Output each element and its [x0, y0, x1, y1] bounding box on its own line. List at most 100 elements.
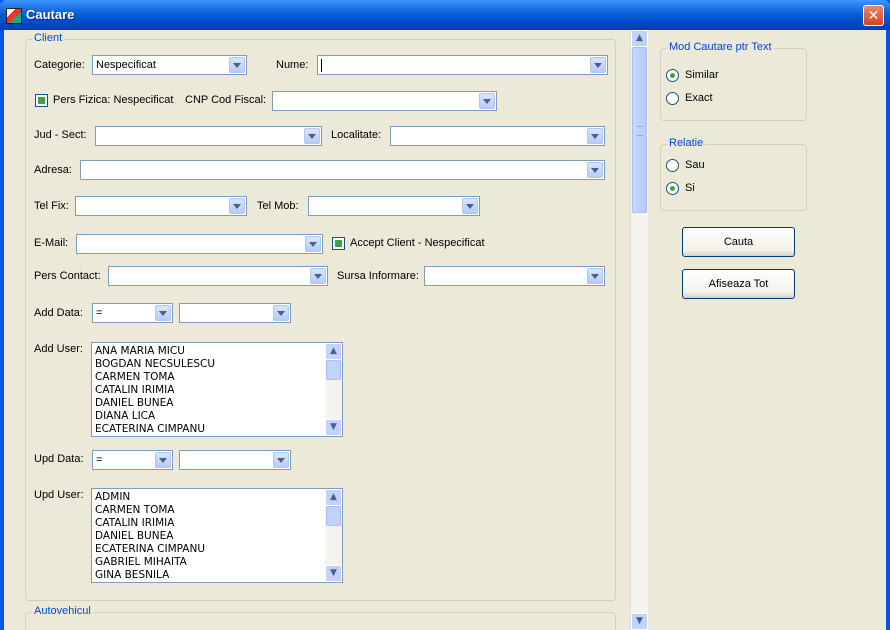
- cauta-button[interactable]: Cauta: [682, 227, 795, 257]
- chevron-down-icon[interactable]: [229, 198, 245, 214]
- add-user-scrollbar[interactable]: ▲ ▼: [325, 343, 342, 436]
- scroll-down-icon[interactable]: ▼: [325, 419, 342, 436]
- jud-sect-label: Jud - Sect:: [34, 129, 87, 141]
- add-data-date-combo[interactable]: [179, 303, 291, 323]
- list-item[interactable]: ADMIN: [95, 491, 205, 504]
- sau-radio[interactable]: [666, 159, 679, 172]
- upd-user-listbox[interactable]: ADMIN CARMEN TOMA CATALIN IRIMIA DANIEL BUN…: [91, 488, 343, 583]
- scroll-up-icon[interactable]: ▲: [631, 30, 648, 47]
- chevron-down-icon[interactable]: [587, 162, 603, 178]
- scroll-up-icon[interactable]: ▲: [325, 343, 342, 360]
- add-user-items: ANA MARIA MICU BOGDAN NECSULESCU CARMEN TO…: [95, 345, 215, 436]
- search-window: Cautare ✕ Client Categorie: Nespecificat…: [0, 0, 890, 630]
- accept-client-label[interactable]: Accept Client - Nespecificat: [350, 237, 485, 249]
- tel-fix-label: Tel Fix:: [34, 200, 69, 212]
- localitate-combo[interactable]: [390, 126, 605, 146]
- autovehicul-groupbox: Autovehicul: [25, 605, 616, 630]
- upd-data-label: Upd Data:: [34, 453, 84, 465]
- scroll-thumb[interactable]: [326, 506, 341, 526]
- categorie-value: Nespecificat: [96, 59, 156, 71]
- chevron-down-icon[interactable]: [305, 236, 321, 252]
- tel-fix-combo[interactable]: [75, 196, 247, 216]
- upd-user-scrollbar[interactable]: ▲ ▼: [325, 489, 342, 582]
- upd-data-operator-combo[interactable]: =: [92, 450, 173, 470]
- scroll-up-icon[interactable]: ▲: [325, 489, 342, 506]
- cnp-label: CNP Cod Fiscal:: [185, 94, 267, 106]
- jud-sect-combo[interactable]: [95, 126, 322, 146]
- chevron-down-icon[interactable]: [304, 128, 320, 144]
- list-item[interactable]: BOGDAN NECSULESCU: [95, 358, 215, 371]
- accept-client-checkbox[interactable]: [332, 237, 345, 250]
- relatie-title: Relatie: [667, 137, 706, 149]
- cnp-combo[interactable]: [272, 91, 497, 111]
- list-item[interactable]: GINA BESNILA: [95, 569, 205, 582]
- upd-user-items: ADMIN CARMEN TOMA CATALIN IRIMIA DANIEL BUN…: [95, 491, 205, 582]
- chevron-down-icon[interactable]: [587, 128, 603, 144]
- add-user-listbox[interactable]: ANA MARIA MICU BOGDAN NECSULESCU CARMEN TO…: [91, 342, 343, 437]
- chevron-down-icon[interactable]: [479, 93, 495, 109]
- chevron-down-icon[interactable]: [587, 268, 603, 284]
- si-radio[interactable]: [666, 182, 679, 195]
- window-title: Cautare: [26, 7, 75, 22]
- list-item[interactable]: DIANA LICA: [95, 410, 215, 423]
- afiseaza-tot-button[interactable]: Afiseaza Tot: [682, 269, 795, 299]
- window-client-area: Client Categorie: Nespecificat Nume: Per…: [4, 30, 886, 630]
- adresa-label: Adresa:: [34, 164, 72, 176]
- similar-radio[interactable]: [666, 69, 679, 82]
- list-item[interactable]: CARMEN TOMA: [95, 504, 205, 517]
- list-item[interactable]: DANIEL BUNEA: [95, 530, 205, 543]
- close-button[interactable]: ✕: [863, 5, 884, 26]
- chevron-down-icon[interactable]: [155, 452, 171, 468]
- list-item[interactable]: CATALIN IRIMIA: [95, 517, 205, 530]
- si-label[interactable]: Si: [685, 182, 695, 194]
- scroll-thumb[interactable]: [326, 360, 341, 380]
- exact-label[interactable]: Exact: [685, 92, 713, 104]
- pers-fizica-label[interactable]: Pers Fizica: Nespecificat: [53, 94, 173, 106]
- list-item[interactable]: GABRIEL MIHAITA: [95, 556, 205, 569]
- add-user-label: Add User:: [34, 343, 83, 355]
- adresa-combo[interactable]: [80, 160, 605, 180]
- list-item[interactable]: ECATERINA CIMPANU: [95, 423, 215, 436]
- panel-scrollbar[interactable]: ▲ ▼: [630, 30, 648, 630]
- add-data-operator-value: =: [96, 307, 103, 319]
- list-item[interactable]: ANA MARIA MICU: [95, 345, 215, 358]
- categorie-combo[interactable]: Nespecificat: [92, 55, 247, 75]
- sau-label[interactable]: Sau: [685, 159, 705, 171]
- list-item[interactable]: ECATERINA CIMPANU: [95, 543, 205, 556]
- similar-label[interactable]: Similar: [685, 69, 719, 81]
- list-item[interactable]: CARMEN TOMA: [95, 371, 215, 384]
- upd-data-date-combo[interactable]: [179, 450, 291, 470]
- nume-combo[interactable]: [317, 55, 608, 75]
- chevron-down-icon[interactable]: [310, 268, 326, 284]
- pers-fizica-checkbox[interactable]: [35, 94, 48, 107]
- upd-data-operator-value: =: [96, 454, 103, 466]
- scroll-thumb[interactable]: [632, 47, 647, 213]
- categorie-label: Categorie:: [34, 59, 85, 71]
- sursa-informare-label: Sursa Informare:: [337, 270, 419, 282]
- list-item[interactable]: DANIEL BUNEA: [95, 397, 215, 410]
- email-combo[interactable]: [76, 234, 323, 254]
- pers-contact-combo[interactable]: [108, 266, 328, 286]
- chevron-down-icon[interactable]: [462, 198, 478, 214]
- relatie-groupbox: Relatie: [660, 137, 807, 211]
- add-data-label: Add Data:: [34, 307, 83, 319]
- exact-radio[interactable]: [666, 92, 679, 105]
- tel-mob-combo[interactable]: [308, 196, 480, 216]
- app-icon: [6, 8, 22, 24]
- pers-contact-label: Pers Contact:: [34, 270, 101, 282]
- scrollable-panel: Client Categorie: Nespecificat Nume: Per…: [4, 30, 646, 630]
- chevron-down-icon[interactable]: [155, 305, 171, 321]
- scroll-down-icon[interactable]: ▼: [325, 565, 342, 582]
- localitate-label: Localitate:: [331, 129, 382, 141]
- chevron-down-icon[interactable]: [273, 305, 289, 321]
- sursa-informare-combo[interactable]: [424, 266, 605, 286]
- add-data-operator-combo[interactable]: =: [92, 303, 173, 323]
- list-item[interactable]: CATALIN IRIMIA: [95, 384, 215, 397]
- client-group-title: Client: [32, 32, 65, 44]
- chevron-down-icon[interactable]: [229, 57, 245, 73]
- grip-icon: [637, 126, 643, 136]
- chevron-down-icon[interactable]: [590, 57, 606, 73]
- title-bar[interactable]: Cautare ✕: [0, 0, 890, 30]
- chevron-down-icon[interactable]: [273, 452, 289, 468]
- scroll-down-icon[interactable]: ▼: [631, 613, 648, 630]
